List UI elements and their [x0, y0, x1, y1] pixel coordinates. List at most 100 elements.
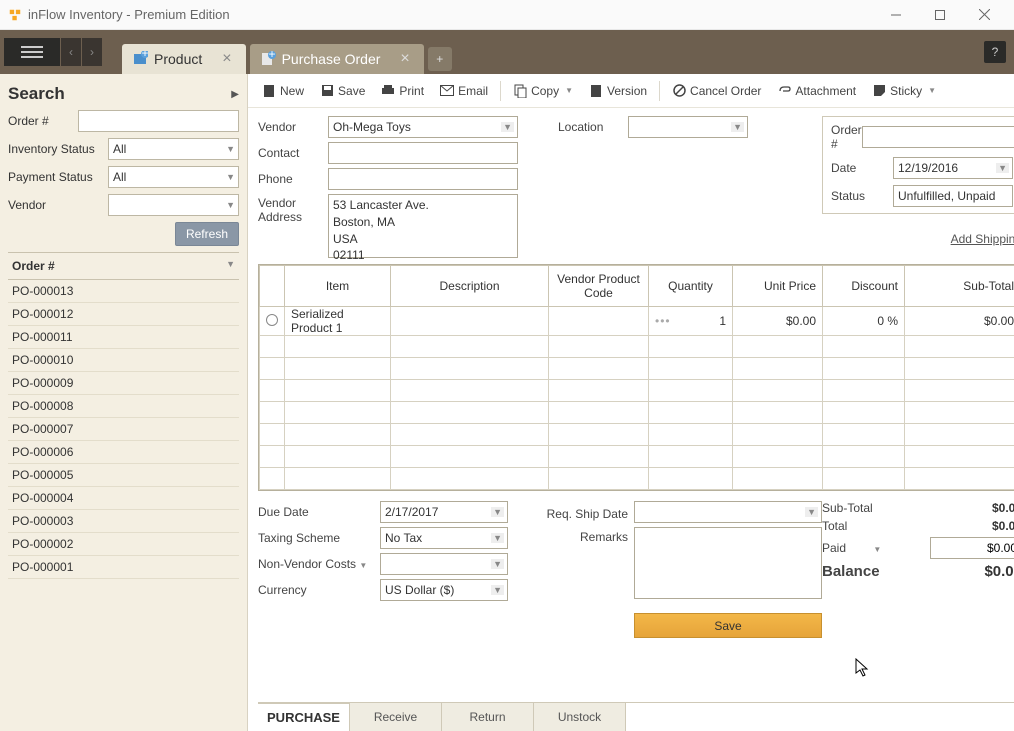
- tab-receive[interactable]: Receive: [350, 703, 442, 731]
- order-number-input[interactable]: [862, 126, 1014, 148]
- list-item[interactable]: PO-000001: [8, 556, 239, 579]
- search-inventory-status-select[interactable]: All▼: [108, 138, 239, 160]
- cell-discount[interactable]: 0 %: [823, 307, 905, 336]
- list-item[interactable]: PO-000008: [8, 395, 239, 418]
- tab-unstock[interactable]: Unstock: [534, 703, 626, 731]
- list-item[interactable]: PO-000007: [8, 418, 239, 441]
- menu-button[interactable]: [4, 38, 60, 66]
- nav-forward-button[interactable]: ›: [82, 38, 102, 66]
- search-payment-status-select[interactable]: All▼: [108, 166, 239, 188]
- chevron-down-icon: ▼: [491, 559, 504, 569]
- order-list: PO-000013 PO-000012 PO-000011 PO-000010 …: [8, 280, 239, 579]
- chevron-down-icon: ▼: [491, 533, 504, 543]
- save-icon: [320, 84, 334, 98]
- tab-return[interactable]: Return: [442, 703, 534, 731]
- cell-description[interactable]: [391, 307, 549, 336]
- cell-vendor-code[interactable]: [549, 307, 649, 336]
- order-status-label: Status: [831, 189, 893, 203]
- vendor-address-input[interactable]: 53 Lancaster Ave. Boston, MA USA 02111: [328, 194, 518, 258]
- col-quantity: Quantity: [649, 266, 733, 307]
- select-value: All: [113, 142, 126, 156]
- chevron-down-icon[interactable]: ▼: [873, 545, 881, 554]
- version-button[interactable]: Version: [583, 81, 653, 101]
- search-title: Search: [8, 84, 65, 104]
- chevron-down-icon: ▼: [565, 86, 573, 95]
- tab-close-icon[interactable]: ×: [222, 50, 231, 68]
- tab-purchase[interactable]: PURCHASE: [258, 703, 350, 731]
- sort-icon[interactable]: ▼: [226, 259, 235, 273]
- table-row[interactable]: [260, 424, 1014, 446]
- tab-purchase-order[interactable]: + Purchase Order ×: [250, 44, 424, 74]
- search-order-label: Order #: [8, 114, 78, 128]
- maximize-button[interactable]: [918, 1, 962, 29]
- cancel-order-button[interactable]: Cancel Order: [666, 81, 767, 101]
- nav-back-button[interactable]: ‹: [61, 38, 81, 66]
- toolbar: New Save Print Email Copy▼ Version Cance…: [248, 74, 1014, 108]
- taxing-scheme-select[interactable]: No Tax▼: [380, 527, 508, 549]
- date-value: 12/19/2016: [898, 161, 958, 175]
- total-label: Total: [822, 519, 847, 533]
- due-date-input[interactable]: 2/17/2017▼: [380, 501, 508, 523]
- collapse-icon[interactable]: ▶: [231, 89, 239, 100]
- vendor-select[interactable]: Oh-Mega Toys▼: [328, 116, 518, 138]
- cell-unit-price[interactable]: $0.00: [733, 307, 823, 336]
- nonvendor-costs-select[interactable]: ▼: [380, 553, 508, 575]
- copy-icon: [513, 84, 527, 98]
- search-order-input[interactable]: [78, 110, 239, 132]
- plus-icon: +: [436, 52, 443, 66]
- list-item[interactable]: PO-000005: [8, 464, 239, 487]
- ellipsis-icon[interactable]: •••: [655, 314, 671, 328]
- search-vendor-select[interactable]: ▼: [108, 194, 239, 216]
- print-button[interactable]: Print: [375, 81, 430, 101]
- paid-input[interactable]: [930, 537, 1014, 559]
- add-shipping-link[interactable]: Add Shipping: [951, 232, 1014, 246]
- row-select-radio[interactable]: [266, 314, 278, 326]
- tab-close-icon[interactable]: ×: [400, 50, 409, 68]
- cell-quantity[interactable]: •••1: [649, 307, 733, 336]
- save-button[interactable]: Save: [314, 81, 371, 101]
- save-order-button[interactable]: Save: [634, 613, 822, 638]
- req-ship-date-input[interactable]: ▼: [634, 501, 822, 523]
- phone-input[interactable]: [328, 168, 518, 190]
- list-item[interactable]: PO-000006: [8, 441, 239, 464]
- new-button[interactable]: New: [256, 81, 310, 101]
- close-button[interactable]: [962, 1, 1006, 29]
- table-row[interactable]: [260, 402, 1014, 424]
- list-item[interactable]: PO-000010: [8, 349, 239, 372]
- chevron-left-icon: ‹: [69, 45, 73, 59]
- list-item[interactable]: PO-000002: [8, 533, 239, 556]
- table-row[interactable]: [260, 380, 1014, 402]
- cell-item[interactable]: Serialized Product 1: [285, 307, 391, 336]
- table-row[interactable]: [260, 468, 1014, 490]
- remarks-input[interactable]: [634, 527, 822, 599]
- currency-select[interactable]: US Dollar ($)▼: [380, 579, 508, 601]
- refresh-button[interactable]: Refresh: [175, 222, 239, 246]
- help-button[interactable]: ?: [984, 41, 1006, 63]
- new-tab-button[interactable]: +: [428, 47, 452, 71]
- list-item[interactable]: PO-000012: [8, 303, 239, 326]
- list-item[interactable]: PO-000003: [8, 510, 239, 533]
- copy-button[interactable]: Copy▼: [507, 81, 579, 101]
- order-date-input[interactable]: 12/19/2016▼: [893, 157, 1013, 179]
- list-item[interactable]: PO-000004: [8, 487, 239, 510]
- attachment-button[interactable]: Attachment: [771, 81, 862, 101]
- paid-label: Paid ▼: [822, 541, 881, 555]
- list-item[interactable]: PO-000011: [8, 326, 239, 349]
- subtotal-value: $0.00: [992, 501, 1014, 515]
- table-row[interactable]: Serialized Product 1 •••1 $0.00 0 % $0.0…: [260, 307, 1014, 336]
- location-select[interactable]: ▼: [628, 116, 748, 138]
- minimize-button[interactable]: [874, 1, 918, 29]
- sticky-button[interactable]: Sticky▼: [866, 81, 942, 101]
- list-item[interactable]: PO-000013: [8, 280, 239, 303]
- contact-input[interactable]: [328, 142, 518, 164]
- main-panel: New Save Print Email Copy▼ Version Cance…: [248, 74, 1014, 731]
- location-label: Location: [558, 120, 628, 134]
- remarks-label: Remarks: [528, 527, 628, 544]
- table-row[interactable]: [260, 336, 1014, 358]
- tab-product[interactable]: + Product ×: [122, 44, 246, 74]
- list-item[interactable]: PO-000009: [8, 372, 239, 395]
- chevron-down-icon[interactable]: ▼: [359, 561, 367, 570]
- email-button[interactable]: Email: [434, 81, 494, 101]
- table-row[interactable]: [260, 358, 1014, 380]
- table-row[interactable]: [260, 446, 1014, 468]
